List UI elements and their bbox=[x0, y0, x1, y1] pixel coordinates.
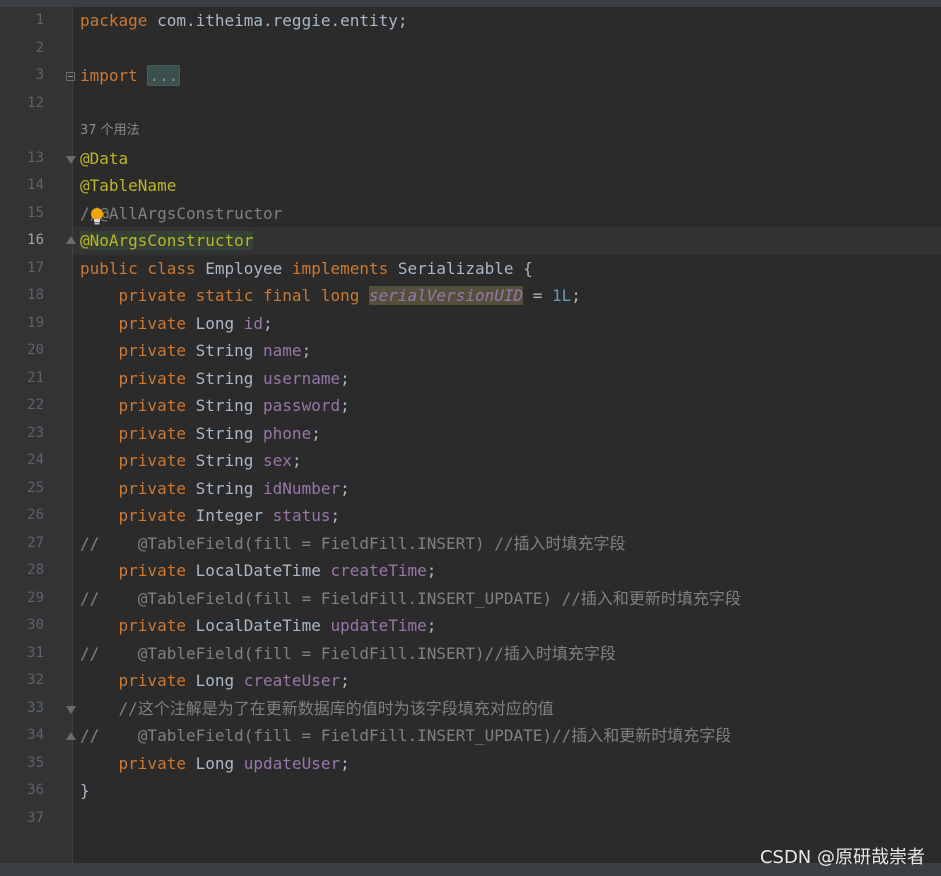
code-line-23[interactable]: private String phone; bbox=[80, 420, 321, 448]
fold-collapse-icon[interactable] bbox=[66, 156, 76, 164]
line-number: 1 bbox=[35, 12, 44, 28]
fold-collapse-icon[interactable] bbox=[66, 706, 76, 714]
fold-expand-icon[interactable] bbox=[66, 72, 75, 81]
code-line-31[interactable]: // @TableField(fill = FieldFill.INSERT)/… bbox=[80, 640, 616, 668]
code-line-30[interactable]: private LocalDateTime updateTime; bbox=[80, 612, 437, 640]
usage-count-hint[interactable]: 37 个用法 bbox=[80, 117, 140, 145]
line-number: 32 bbox=[27, 672, 44, 688]
line-number: 3 bbox=[35, 67, 44, 83]
line-number: 17 bbox=[27, 260, 44, 276]
line-number: 27 bbox=[27, 535, 44, 551]
line-number: 20 bbox=[27, 342, 44, 358]
line-number: 21 bbox=[27, 370, 44, 386]
line-number: 28 bbox=[27, 562, 44, 578]
code-line-32[interactable]: private Long createUser; bbox=[80, 667, 350, 695]
line-number: 33 bbox=[27, 700, 44, 716]
code-line-3[interactable]: import ... bbox=[80, 62, 181, 90]
line-number: 2 bbox=[35, 40, 44, 56]
line-number: 24 bbox=[27, 452, 44, 468]
line-number: 23 bbox=[27, 425, 44, 441]
line-number: 15 bbox=[27, 205, 44, 221]
fold-end-icon[interactable] bbox=[66, 732, 76, 740]
code-line-16[interactable]: @NoArgsConstructor bbox=[80, 227, 254, 255]
code-line-17[interactable]: public class Employee implements Seriali… bbox=[80, 255, 533, 283]
line-number: 34 bbox=[27, 727, 44, 743]
code-line-28[interactable]: private LocalDateTime createTime; bbox=[80, 557, 437, 585]
line-number: 26 bbox=[27, 507, 44, 523]
folded-imports[interactable]: ... bbox=[147, 65, 181, 86]
line-number: 25 bbox=[27, 480, 44, 496]
code-line-20[interactable]: private String name; bbox=[80, 337, 312, 365]
code-line-33[interactable]: //这个注解是为了在更新数据库的值时为该字段填充对应的值 bbox=[80, 695, 554, 723]
line-number: 35 bbox=[27, 755, 44, 771]
code-line-26[interactable]: private Integer status; bbox=[80, 502, 341, 530]
code-line-36[interactable]: } bbox=[80, 777, 90, 805]
code-line-19[interactable]: private Long id; bbox=[80, 310, 273, 338]
line-number: 13 bbox=[27, 150, 44, 166]
line-number: 36 bbox=[27, 782, 44, 798]
line-number: 12 bbox=[27, 95, 44, 111]
code-line-24[interactable]: private String sex; bbox=[80, 447, 302, 475]
lightbulb-icon[interactable] bbox=[90, 207, 104, 227]
line-number: 14 bbox=[27, 177, 44, 193]
csdn-watermark: CSDN @原研哉崇者 bbox=[759, 847, 925, 868]
code-line-15[interactable]: //@AllArgsConstructor bbox=[80, 200, 282, 228]
code-line-13[interactable]: @Data bbox=[80, 145, 128, 173]
code-line-14[interactable]: @TableName bbox=[80, 172, 176, 200]
line-number-current: 16 bbox=[27, 232, 44, 248]
line-number: 30 bbox=[27, 617, 44, 633]
code-line-34[interactable]: // @TableField(fill = FieldFill.INSERT_U… bbox=[80, 722, 731, 750]
code-line-25[interactable]: private String idNumber; bbox=[80, 475, 350, 503]
line-number: 29 bbox=[27, 590, 44, 606]
line-number: 19 bbox=[27, 315, 44, 331]
fold-end-icon[interactable] bbox=[66, 236, 76, 244]
line-number: 22 bbox=[27, 397, 44, 413]
editor-top-bar bbox=[0, 0, 941, 7]
code-line-22[interactable]: private String password; bbox=[80, 392, 350, 420]
code-line-29[interactable]: // @TableField(fill = FieldFill.INSERT_U… bbox=[80, 585, 741, 613]
line-number: 37 bbox=[27, 810, 44, 826]
line-number: 18 bbox=[27, 287, 44, 303]
code-line-21[interactable]: private String username; bbox=[80, 365, 350, 393]
code-line-18[interactable]: private static final long serialVersionU… bbox=[80, 282, 581, 310]
code-line-27[interactable]: // @TableField(fill = FieldFill.INSERT) … bbox=[80, 530, 625, 558]
code-line-1[interactable]: package com.itheima.reggie.entity; bbox=[80, 7, 408, 35]
code-line-35[interactable]: private Long updateUser; bbox=[80, 750, 350, 778]
line-number: 31 bbox=[27, 645, 44, 661]
